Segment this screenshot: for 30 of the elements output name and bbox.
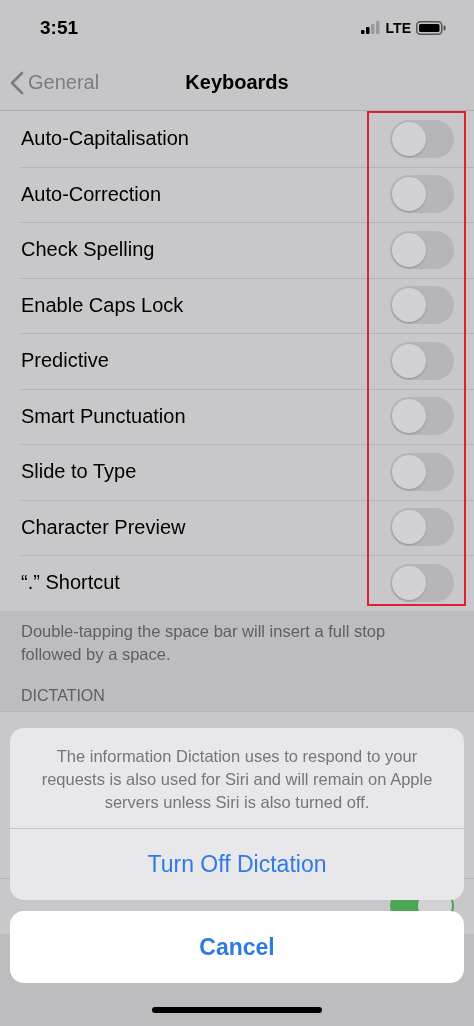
- section-header: DICTATION: [20, 685, 106, 706]
- toggle-switch[interactable]: [390, 397, 454, 436]
- setting-label: Predictive: [21, 349, 109, 373]
- toggle-switch[interactable]: [390, 341, 454, 380]
- setting-label: Character Preview: [21, 515, 186, 539]
- setting-label: Auto-Capitalisation: [21, 127, 189, 151]
- setting-label: “.” Shortcut: [21, 571, 120, 595]
- turn-off-button[interactable]: Turn Off Dictation: [10, 828, 464, 900]
- cancel-button[interactable]: Cancel: [10, 911, 464, 983]
- setting-label: Smart Punctuation: [21, 404, 186, 428]
- page-title: Keyboards: [185, 71, 289, 93]
- toggle-switch[interactable]: [390, 119, 454, 158]
- chevron-icon: [10, 70, 24, 95]
- toggle-switch[interactable]: [390, 230, 454, 269]
- setting-label: Auto-Correction: [21, 182, 162, 206]
- toggle-switch[interactable]: [390, 286, 454, 325]
- toggle-switch[interactable]: [390, 508, 454, 547]
- setting-label: Check Spelling: [21, 238, 155, 262]
- signal-icon: [360, 21, 381, 34]
- back-button[interactable]: General: [0, 69, 106, 96]
- sheet-message: The information Dictation uses to respond to your requests is also used for Siri and will remain on Apple servers unless Siri is also turned off.: [40, 746, 434, 813]
- toggle-switch[interactable]: [390, 175, 454, 214]
- setting-label: Slide to Type: [21, 460, 137, 484]
- footer-note: Double-tapping the space bar will insert a full stop followed by a space.: [20, 620, 387, 665]
- network-label: LTE: [385, 19, 411, 36]
- toggle-switch[interactable]: [390, 563, 454, 602]
- status-time: 3:51: [40, 16, 79, 39]
- setting-label: Enable Caps Lock: [21, 293, 184, 317]
- toggle-switch[interactable]: [390, 452, 454, 491]
- battery-icon: [416, 20, 446, 35]
